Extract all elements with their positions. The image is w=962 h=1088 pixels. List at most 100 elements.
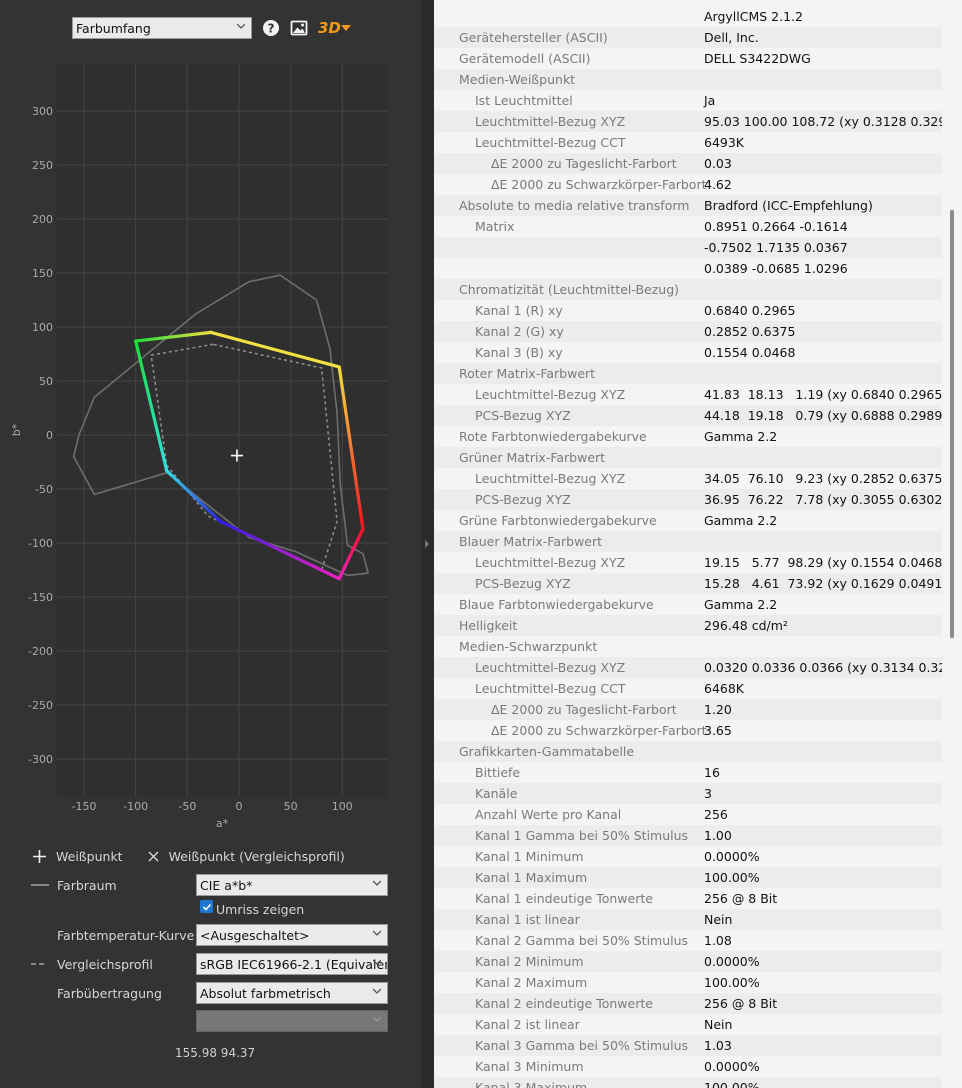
info-value: Gamma 2.2	[704, 597, 778, 612]
info-key: Anzahl Werte pro Kanal	[475, 807, 622, 822]
info-row[interactable]: Medien-Schwarzpunkt	[434, 636, 942, 657]
info-row[interactable]: PCS-Bezug XYZ 44.18 19.18 0.79 (xy 0.6888…	[434, 405, 947, 426]
info-row[interactable]: Leuchtmittel-Bezug XYZ 41.83 18.13 1.19 (…	[434, 384, 947, 405]
info-row[interactable]: Absolute to media relative transform Brad…	[434, 195, 942, 216]
info-row[interactable]: Kanal 1 (R) xy 0.6840 0.2965	[434, 300, 942, 321]
info-key: Kanal 2 Maximum	[475, 975, 588, 990]
info-row[interactable]: ΔE 2000 zu Schwarzkörper-Farbort 4.62	[434, 174, 942, 195]
info-value: 36.95 76.22 7.78 (xy 0.3055 0.6302)	[704, 492, 948, 507]
gamut-plot[interactable]: -150 -100 -50 0 50 100 300250200150100500-50-…	[0, 55, 421, 835]
info-row[interactable]: Bittiefe 16	[434, 762, 942, 783]
info-row[interactable]: Kanal 1 Gamma bei 50% Stimulus 1.00	[434, 825, 942, 846]
profile-info-panel: ArgyllCMS 2.1.2 Gerätehersteller (ASCII) D…	[434, 0, 962, 1088]
info-value: 1.03	[704, 1038, 732, 1053]
info-value: 0.8951 0.2664 -0.1614	[704, 219, 848, 234]
info-key: Leuchtmittel-Bezug XYZ	[475, 660, 626, 675]
temp-curve-select[interactable]: <Ausgeschaltet>	[196, 924, 388, 946]
info-row[interactable]: Leuchtmittel-Bezug XYZ 19.15 5.77 98.29 (…	[434, 552, 947, 573]
info-row[interactable]: Kanäle 3	[434, 783, 942, 804]
info-value: 256 @ 8 Bit	[704, 891, 778, 906]
info-key: ΔE 2000 zu Tageslicht-Farbort	[491, 156, 677, 171]
info-row[interactable]: Kanal 2 ist linear Nein	[434, 1014, 942, 1035]
info-row[interactable]: ΔE 2000 zu Tageslicht-Farbort 1.20	[434, 699, 942, 720]
info-row[interactable]: Roter Matrix-Farbwert	[434, 363, 942, 384]
info-key: Kanal 2 (G) xy	[475, 324, 564, 339]
info-key: Chromatizität (Leuchtmittel-Bezug)	[459, 282, 680, 297]
info-key: Grüne Farbtonwiedergabekurve	[459, 513, 657, 528]
chevron-down-icon	[373, 988, 381, 994]
show-outline-checkbox[interactable]	[200, 900, 213, 913]
view-select[interactable]: Farbumfang	[72, 17, 252, 39]
info-row[interactable]: Helligkeit 296.48 cd/m²	[434, 615, 942, 636]
info-row[interactable]: Leuchtmittel-Bezug CCT 6493K	[434, 132, 942, 153]
info-row[interactable]: Medien-Weißpunkt	[434, 69, 942, 90]
info-row[interactable]: Rote Farbtonwiedergabekurve Gamma 2.2	[434, 426, 942, 447]
transfer-select[interactable]: Absolut farbmetrisch	[196, 982, 388, 1004]
info-row[interactable]: -0.7502 1.7135 0.0367	[434, 237, 942, 258]
image-icon[interactable]	[290, 19, 308, 37]
info-value: 0.6840 0.2965	[704, 303, 796, 318]
info-row[interactable]: Kanal 3 Minimum 0.0000%	[434, 1056, 942, 1077]
info-row[interactable]: Kanal 1 ist linear Nein	[434, 909, 942, 930]
info-row[interactable]: Gerätehersteller (ASCII) Dell, Inc.	[434, 27, 942, 48]
info-row[interactable]: ΔE 2000 zu Tageslicht-Farbort 0.03	[434, 153, 942, 174]
info-row[interactable]: Kanal 1 Maximum 100.00%	[434, 867, 942, 888]
info-value: Dell, Inc.	[704, 30, 759, 45]
info-row[interactable]: Kanal 1 Minimum 0.0000%	[434, 846, 942, 867]
info-row[interactable]: PCS-Bezug XYZ 15.28 4.61 73.92 (xy 0.1629…	[434, 573, 947, 594]
3d-label: 3D	[318, 19, 341, 37]
info-value: 34.05 76.10 9.23 (xy 0.2852 0.6375)	[704, 471, 948, 486]
info-row[interactable]: Kanal 3 Gamma bei 50% Stimulus 1.03	[434, 1035, 942, 1056]
scrollbar-thumb[interactable]	[950, 210, 954, 638]
info-row[interactable]: Gerätemodell (ASCII) DELL S3422DWG	[434, 48, 942, 69]
x-tick-label: 100	[332, 800, 353, 813]
info-row[interactable]: Anzahl Werte pro Kanal 256	[434, 804, 942, 825]
info-value: 3	[704, 786, 712, 801]
3d-view-button[interactable]: 3D	[318, 19, 351, 37]
show-outline-label: Umriss zeigen	[216, 901, 305, 917]
info-key: Bittiefe	[475, 765, 521, 780]
help-icon[interactable]: ?	[262, 19, 280, 37]
info-key: Medien-Weißpunkt	[459, 72, 576, 87]
x-tick-labels: -150 -100 -50 0 50 100	[72, 800, 353, 813]
info-value: 256 @ 8 Bit	[704, 996, 778, 1011]
info-row[interactable]: Leuchtmittel-Bezug XYZ 95.03 100.00 108.7…	[434, 111, 959, 132]
info-row[interactable]: Kanal 3 Maximum 100.00%	[434, 1077, 942, 1088]
colorspace-select[interactable]: CIE a*b*	[196, 874, 388, 896]
info-row[interactable]: Grüne Farbtonwiedergabekurve Gamma 2.2	[434, 510, 942, 531]
info-row[interactable]: PCS-Bezug XYZ 36.95 76.22 7.78 (xy 0.3055…	[434, 489, 947, 510]
info-row[interactable]: Blaue Farbtonwiedergabekurve Gamma 2.2	[434, 594, 942, 615]
info-row[interactable]: Kanal 2 Maximum 100.00%	[434, 972, 942, 993]
info-row[interactable]: Kanal 1 eindeutige Tonwerte 256 @ 8 Bit	[434, 888, 942, 909]
info-row[interactable]: Kanal 2 (G) xy 0.2852 0.6375	[434, 321, 942, 342]
colorspace-label: Farbraum	[57, 877, 117, 893]
info-row[interactable]: Grafikkarten-Gammatabelle	[434, 741, 942, 762]
info-key: Kanal 3 (B) xy	[475, 345, 563, 360]
info-row[interactable]: Chromatizität (Leuchtmittel-Bezug)	[434, 279, 942, 300]
info-row[interactable]: Kanal 2 Gamma bei 50% Stimulus 1.08	[434, 930, 942, 951]
info-row[interactable]: Kanal 2 eindeutige Tonwerte 256 @ 8 Bit	[434, 993, 942, 1014]
info-row[interactable]: Matrix 0.8951 0.2664 -0.1614	[434, 216, 942, 237]
info-key: Grafikkarten-Gammatabelle	[459, 744, 635, 759]
info-row[interactable]: Grüner Matrix-Farbwert	[434, 447, 942, 468]
info-value: Gamma 2.2	[704, 429, 778, 444]
info-row[interactable]: Leuchtmittel-Bezug CCT 6468K	[434, 678, 942, 699]
info-row[interactable]: Ist Leuchtmittel Ja	[434, 90, 942, 111]
x-tick-label: 0	[236, 800, 243, 813]
info-key: Rote Farbtonwiedergabekurve	[459, 429, 647, 444]
info-row[interactable]: Leuchtmittel-Bezug XYZ 0.0320 0.0336 0.03…	[434, 657, 962, 678]
info-row[interactable]: ArgyllCMS 2.1.2	[434, 6, 942, 27]
info-row[interactable]: Blauer Matrix-Farbwert	[434, 531, 942, 552]
info-key: ΔE 2000 zu Tageslicht-Farbort	[491, 702, 677, 717]
panel-splitter[interactable]	[421, 0, 434, 1088]
info-row[interactable]: Leuchtmittel-Bezug XYZ 34.05 76.10 9.23 (…	[434, 468, 947, 489]
info-row[interactable]: 0.0389 -0.0685 1.0296	[434, 258, 942, 279]
info-row[interactable]: Kanal 2 Minimum 0.0000%	[434, 951, 942, 972]
reference-select[interactable]: sRGB IEC61966-2.1 (Equivalen	[196, 953, 388, 975]
cursor-coordinates: 155.98 94.37	[175, 1046, 256, 1060]
info-row[interactable]: Kanal 3 (B) xy 0.1554 0.0468	[434, 342, 942, 363]
info-value: 0.0389 -0.0685 1.0296	[704, 261, 848, 276]
info-value: 0.0320 0.0336 0.0366 (xy 0.3134 0.3284)	[704, 660, 962, 675]
info-row[interactable]: ΔE 2000 zu Schwarzkörper-Farbort 3.65	[434, 720, 942, 741]
y-tick-label: 300	[32, 105, 53, 118]
